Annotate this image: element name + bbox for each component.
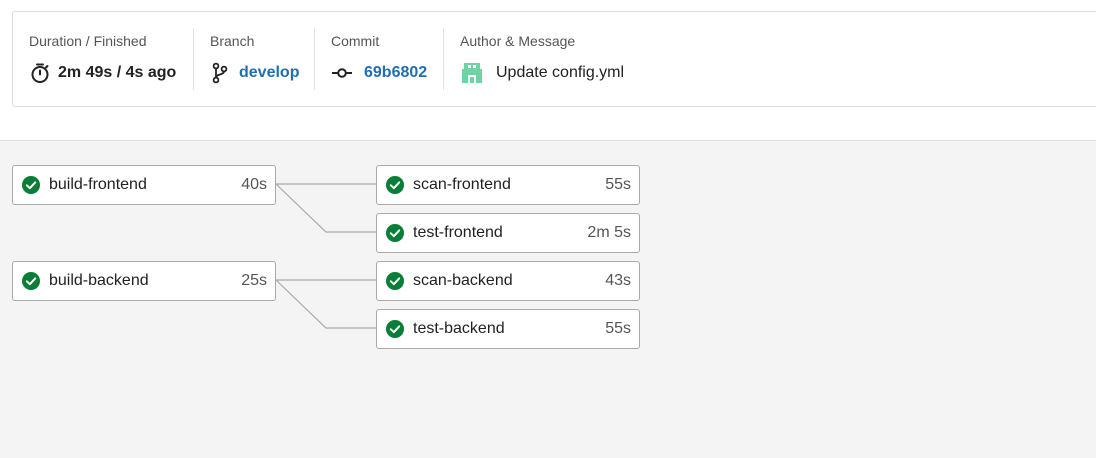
success-check-icon: [386, 320, 404, 338]
git-commit-icon: [332, 68, 352, 78]
success-check-icon: [386, 224, 404, 242]
job-name: scan-frontend: [413, 176, 511, 193]
stopwatch-icon: [31, 63, 49, 83]
job-duration: 40s: [241, 176, 267, 193]
git-branch-icon: [212, 62, 228, 84]
edge-build-frontend-test-frontend: [275, 183, 376, 233]
job-name: test-backend: [413, 320, 505, 337]
commit-value-row: 69b6802: [331, 62, 427, 84]
workflow-graph: build-frontend 40s scan-frontend 55s tes…: [0, 141, 1096, 458]
summary-divider: [314, 28, 315, 90]
author-label: Author & Message: [460, 33, 576, 49]
job-scan-backend[interactable]: scan-backend 43s: [376, 261, 640, 301]
commit-label: Commit: [331, 33, 380, 49]
edge-build-backend-test-backend: [275, 279, 376, 329]
job-name: scan-backend: [413, 272, 513, 289]
job-build-backend[interactable]: build-backend 25s: [12, 261, 276, 301]
job-duration: 55s: [605, 320, 631, 337]
job-name: test-frontend: [413, 224, 503, 241]
success-check-icon: [22, 176, 40, 194]
job-name: build-backend: [49, 272, 149, 289]
summary-divider: [193, 28, 194, 90]
author-value-row: Update config.yml: [460, 61, 625, 85]
duration-label: Duration / Finished: [29, 33, 147, 49]
job-scan-frontend[interactable]: scan-frontend 55s: [376, 165, 640, 205]
workflow-summary-panel: Duration / Finished 2m 49s / 4s ago Bran…: [12, 11, 1096, 107]
success-check-icon: [22, 272, 40, 290]
branch-label: Branch: [210, 33, 255, 49]
job-name: build-frontend: [49, 176, 147, 193]
duration-value: 2m 49s / 4s ago: [58, 64, 177, 81]
success-check-icon: [386, 272, 404, 290]
commit-link[interactable]: 69b6802: [364, 64, 427, 82]
author-avatar: [460, 61, 484, 85]
branch-value-row: develop: [210, 62, 299, 84]
job-duration: 55s: [605, 176, 631, 193]
job-duration: 43s: [605, 272, 631, 289]
job-duration: 2m 5s: [587, 224, 631, 241]
job-build-frontend[interactable]: build-frontend 40s: [12, 165, 276, 205]
job-duration: 25s: [241, 272, 267, 289]
job-test-backend[interactable]: test-backend 55s: [376, 309, 640, 349]
branch-link[interactable]: develop: [239, 64, 299, 82]
success-check-icon: [386, 176, 404, 194]
job-test-frontend[interactable]: test-frontend 2m 5s: [376, 213, 640, 253]
commit-message: Update config.yml: [496, 64, 625, 81]
duration-value-row: 2m 49s / 4s ago: [29, 62, 176, 84]
summary-divider: [443, 28, 444, 90]
